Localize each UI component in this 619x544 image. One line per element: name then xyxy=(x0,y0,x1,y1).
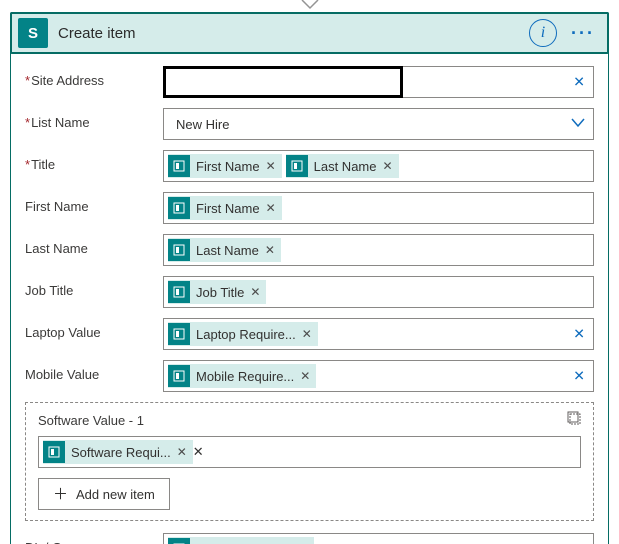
token-remove-icon[interactable]: ✕ xyxy=(383,159,393,173)
list-name-value: New Hire xyxy=(168,117,229,132)
field-list-name[interactable]: New Hire xyxy=(163,108,594,140)
card-header[interactable]: S Create item i ··· xyxy=(10,12,609,54)
label-list-name: *List Name xyxy=(25,108,163,130)
token-last-name[interactable]: Last Name ✕ xyxy=(168,238,281,262)
array-title: Software Value - 1 xyxy=(38,413,581,428)
token-dl[interactable]: Distribution Lis... ✕ xyxy=(168,537,314,544)
row-mobile-value: Mobile Value Mobile Require... ✕ ✕ xyxy=(25,360,594,392)
token-remove-icon[interactable]: ✕ xyxy=(265,243,275,257)
token-remove-icon[interactable]: ✕ xyxy=(177,445,187,459)
label-job-title: Job Title xyxy=(25,276,163,298)
field-job-title[interactable]: Job Title ✕ xyxy=(163,276,594,308)
forms-icon xyxy=(168,538,190,544)
label-last-name: Last Name xyxy=(25,234,163,256)
forms-icon xyxy=(286,155,308,177)
row-title: *Title First Name ✕ Last Name ✕ xyxy=(25,150,594,182)
token-mobile[interactable]: Mobile Require... ✕ xyxy=(168,364,316,388)
forms-icon xyxy=(168,155,190,177)
chevron-down-icon[interactable] xyxy=(571,117,585,131)
label-dl-groups: DL / Groups xyxy=(25,533,163,544)
site-address-redacted xyxy=(163,66,403,98)
label-site-address: *Site Address xyxy=(25,66,163,88)
row-list-name: *List Name New Hire xyxy=(25,108,594,140)
token-laptop[interactable]: Laptop Require... ✕ xyxy=(168,322,318,346)
forms-icon xyxy=(168,197,190,219)
forms-icon xyxy=(168,239,190,261)
token-remove-icon[interactable]: ✕ xyxy=(302,327,312,341)
forms-icon xyxy=(168,281,190,303)
array-software-value: Software Value - 1 Software Requi... ✕ ✕ xyxy=(25,402,594,521)
label-laptop-value: Laptop Value xyxy=(25,318,163,340)
card-title: Create item xyxy=(58,25,529,42)
label-title: *Title xyxy=(25,150,163,172)
forms-icon xyxy=(43,441,65,463)
token-remove-icon[interactable]: ✕ xyxy=(250,285,260,299)
field-laptop-value[interactable]: Laptop Require... ✕ ✕ xyxy=(163,318,594,350)
more-icon[interactable]: ··· xyxy=(565,23,601,44)
row-job-title: Job Title Job Title ✕ xyxy=(25,276,594,308)
field-title[interactable]: First Name ✕ Last Name ✕ xyxy=(163,150,594,182)
array-item-field[interactable]: Software Requi... ✕ ✕ xyxy=(38,436,581,468)
token-job-title[interactable]: Job Title ✕ xyxy=(168,280,266,304)
label-mobile-value: Mobile Value xyxy=(25,360,163,382)
forms-icon xyxy=(168,365,190,387)
clear-icon[interactable]: ✕ xyxy=(193,444,204,460)
token-first-name[interactable]: First Name ✕ xyxy=(168,154,282,178)
field-site-address[interactable]: ✕ xyxy=(163,66,594,98)
row-laptop-value: Laptop Value Laptop Require... ✕ ✕ xyxy=(25,318,594,350)
flow-arrow-down-icon xyxy=(301,0,319,14)
row-dl-groups: DL / Groups Distribution Lis... ✕ xyxy=(25,533,594,544)
plus-icon: ＋ xyxy=(53,487,68,502)
clear-icon[interactable]: ✕ xyxy=(573,326,585,343)
info-icon[interactable]: i xyxy=(529,19,557,47)
field-last-name[interactable]: Last Name ✕ xyxy=(163,234,594,266)
sharepoint-icon: S xyxy=(18,18,48,48)
token-software[interactable]: Software Requi... ✕ xyxy=(43,440,193,464)
token-remove-icon[interactable]: ✕ xyxy=(266,159,276,173)
clear-icon[interactable]: ✕ xyxy=(573,74,585,91)
row-last-name: Last Name Last Name ✕ xyxy=(25,234,594,266)
field-dl-groups[interactable]: Distribution Lis... ✕ xyxy=(163,533,594,544)
token-remove-icon[interactable]: ✕ xyxy=(266,201,276,215)
clear-icon[interactable]: ✕ xyxy=(573,368,585,385)
action-card: S Create item i ··· *Site Address ✕ *Lis… xyxy=(10,12,609,544)
card-body: *Site Address ✕ *List Name New Hire *T xyxy=(11,54,608,544)
add-new-item-button[interactable]: ＋ Add new item xyxy=(38,478,170,510)
token-first-name[interactable]: First Name ✕ xyxy=(168,196,282,220)
row-first-name: First Name First Name ✕ xyxy=(25,192,594,224)
token-last-name[interactable]: Last Name ✕ xyxy=(286,154,399,178)
field-mobile-value[interactable]: Mobile Require... ✕ ✕ xyxy=(163,360,594,392)
token-remove-icon[interactable]: ✕ xyxy=(300,369,310,383)
row-site-address: *Site Address ✕ xyxy=(25,66,594,98)
label-first-name: First Name xyxy=(25,192,163,214)
array-mode-toggle-icon[interactable] xyxy=(567,411,583,430)
field-first-name[interactable]: First Name ✕ xyxy=(163,192,594,224)
forms-icon xyxy=(168,323,190,345)
